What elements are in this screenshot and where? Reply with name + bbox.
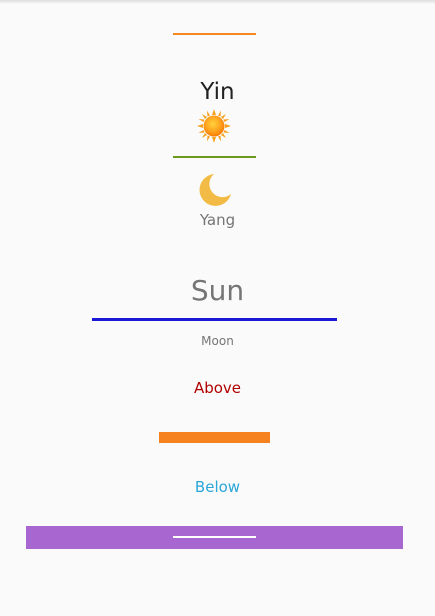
below-label: Below (194, 478, 241, 496)
action-bar-shadow (0, 0, 435, 4)
white-line (173, 536, 256, 538)
sun-label: Sun (190, 274, 245, 307)
sun-moon-divider (92, 318, 337, 321)
yang-label: Yang (199, 211, 236, 229)
crescent-moon-icon (197, 172, 233, 208)
sun-icon (197, 109, 231, 143)
moon-label: Moon (201, 334, 234, 348)
middle-divider (173, 156, 256, 158)
top-divider (173, 33, 256, 35)
purple-bar (26, 526, 403, 549)
yin-label: Yin (200, 79, 235, 105)
above-label: Above (193, 379, 242, 397)
orange-bar (159, 432, 270, 443)
